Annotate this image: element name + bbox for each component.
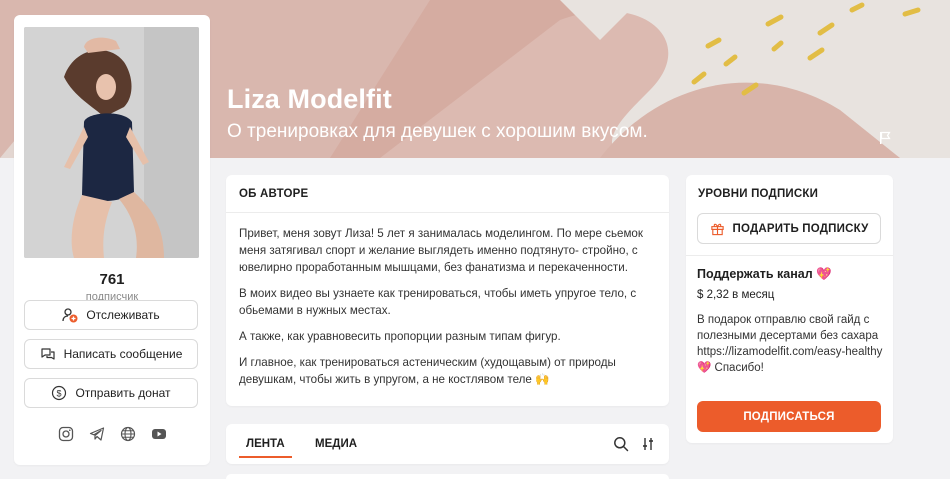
- tab-media[interactable]: МЕДИА: [315, 424, 357, 464]
- about-text: Привет, меня зовут Лиза! 5 лет я занимал…: [226, 213, 669, 388]
- subscribers-count: 761: [99, 271, 125, 288]
- about-paragraph: И главное, как тренироваться астенически…: [239, 356, 616, 386]
- divider: [686, 255, 893, 256]
- message-label: Написать сообщение: [63, 347, 183, 361]
- gift-subscription-label: ПОДАРИТЬ ПОДПИСКУ: [732, 222, 869, 235]
- follow-label: Отслеживать: [86, 308, 160, 322]
- channel-title: Liza Modelfit: [227, 84, 392, 114]
- flag-icon[interactable]: [879, 131, 891, 145]
- social-links: [14, 426, 210, 442]
- about-paragraph: Привет, меня зовут Лиза! 5 лет я занимал…: [239, 227, 643, 274]
- tier-description: В подарок отправлю свой гайд с полезными…: [697, 314, 883, 374]
- search-icon[interactable]: [613, 436, 629, 452]
- subscribe-button[interactable]: ПОДПИСАТЬСЯ: [697, 401, 881, 432]
- tab-feed[interactable]: ЛЕНТА: [239, 424, 292, 464]
- chat-icon: [40, 348, 55, 360]
- youtube-icon[interactable]: [151, 426, 167, 442]
- filter-icon[interactable]: [640, 436, 656, 452]
- telegram-icon[interactable]: [89, 426, 105, 442]
- profile-card: 761 подписчик Отслеживать Написать сообщ…: [14, 15, 210, 465]
- message-button[interactable]: Написать сообщение: [24, 339, 198, 369]
- about-paragraph: В моих видео вы узнаете как тренироватьс…: [239, 287, 637, 317]
- feed-post-card: [226, 474, 669, 479]
- about-title: ОБ АВТОРЕ: [226, 175, 669, 213]
- donate-button[interactable]: $ Отправить донат: [24, 378, 198, 408]
- about-card: ОБ АВТОРЕ Привет, меня зовут Лиза! 5 лет…: [226, 175, 669, 406]
- avatar: [24, 27, 199, 258]
- subscription-levels-card: УРОВНИ ПОДПИСКИ ПОДАРИТЬ ПОДПИСКУ Поддер…: [686, 175, 893, 443]
- dollar-coin-icon: $: [52, 385, 67, 401]
- svg-text:$: $: [57, 389, 62, 399]
- gift-icon: [710, 223, 724, 236]
- gift-subscription-button[interactable]: ПОДАРИТЬ ПОДПИСКУ: [697, 213, 881, 244]
- tier-name: Поддержать канал 💖: [697, 267, 832, 281]
- about-paragraph: А также, как уравновесить пропорции разн…: [239, 330, 561, 343]
- instagram-icon[interactable]: [58, 426, 74, 442]
- tier-price: $ 2,32 в месяц: [697, 289, 775, 301]
- website-icon[interactable]: [120, 426, 136, 442]
- channel-subtitle: О тренировках для девушек с хорошим вкус…: [227, 121, 648, 142]
- feed-tabs-card: ЛЕНТА МЕДИА: [226, 424, 669, 464]
- donate-label: Отправить донат: [75, 386, 171, 400]
- levels-title: УРОВНИ ПОДПИСКИ: [698, 188, 819, 200]
- follow-icon: [62, 308, 78, 323]
- follow-button[interactable]: Отслеживать: [24, 300, 198, 330]
